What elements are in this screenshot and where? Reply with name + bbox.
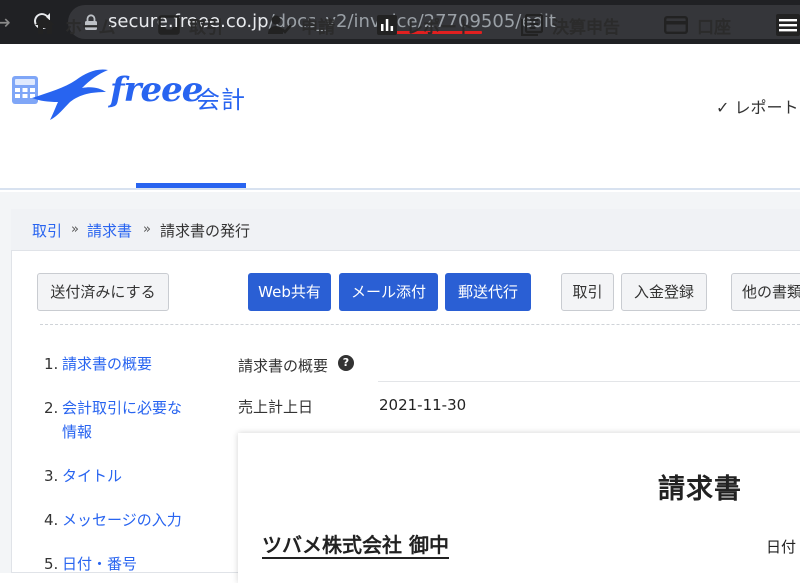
- toc-number: 5.: [44, 555, 59, 573]
- help-icon[interactable]: ?: [338, 355, 354, 371]
- back-arrow-icon[interactable]: →: [0, 10, 11, 34]
- divider: [40, 324, 800, 325]
- invoice-title: 請求書: [658, 474, 742, 505]
- check-icon: ✓: [716, 98, 735, 117]
- swallow-logo-icon[interactable]: [30, 62, 110, 122]
- row-divider: [378, 381, 800, 382]
- toc-link-message[interactable]: メッセージの入力: [62, 508, 182, 532]
- sales-date-value[interactable]: 2021-11-30: [379, 396, 466, 414]
- breadcrumb-current: 請求書の発行: [160, 222, 251, 240]
- web-share-button[interactable]: Web共有: [248, 273, 331, 311]
- mark-sent-button[interactable]: 送付済みにする: [37, 273, 169, 311]
- transaction-button[interactable]: 取引: [561, 273, 614, 311]
- mail-service-button[interactable]: 郵送代行: [445, 273, 531, 311]
- nav-transactions-label: 取引: [189, 17, 223, 38]
- nav-transactions[interactable]: 取引: [158, 11, 223, 39]
- email-attach-button[interactable]: メール添付: [339, 273, 438, 311]
- invoice-preview: [238, 433, 800, 583]
- toc-link-title[interactable]: タイトル: [62, 464, 122, 488]
- breadcrumb-separator: »: [143, 222, 151, 237]
- nav-reports-label: レポート: [406, 17, 474, 38]
- customer-name: ツバメ株式会社 御中: [262, 533, 449, 559]
- report-menu-label: レポート: [734, 98, 799, 117]
- breadcrumb-transactions[interactable]: 取引: [32, 220, 62, 241]
- nav-home[interactable]: ホーム: [34, 11, 116, 39]
- sales-date-label: 売上計上日: [238, 398, 314, 416]
- toc-link-date-number[interactable]: 日付・番号: [62, 552, 137, 576]
- main-navigation: [0, 140, 800, 190]
- credit-card-icon: [664, 16, 688, 34]
- other-documents-button[interactable]: 他の書類: [731, 273, 800, 311]
- toc-number: 2.: [44, 399, 59, 417]
- report-menu-link[interactable]: ✓ レポート: [716, 94, 799, 118]
- nav-home-label: ホーム: [65, 17, 116, 38]
- product-name: 会計: [196, 86, 246, 114]
- nav-active-indicator: [136, 183, 246, 188]
- nav-more[interactable]: [776, 11, 800, 39]
- bar-chart-icon: [377, 15, 397, 35]
- freee-logo-text[interactable]: freee: [110, 70, 203, 110]
- document-list-icon: [521, 14, 543, 36]
- nav-requests-label: 申請: [301, 17, 335, 38]
- toc-link-accounting-info[interactable]: 会計取引に必要な: [62, 396, 182, 420]
- nav-accounts[interactable]: 口座: [664, 11, 731, 39]
- nav-reports[interactable]: レポート: [377, 11, 474, 39]
- nav-tax-filing[interactable]: 決算申告: [521, 11, 620, 39]
- nav-requests[interactable]: 申請: [268, 11, 335, 39]
- toc-link-accounting-info-line2[interactable]: 情報: [62, 420, 92, 444]
- breadcrumb-invoices[interactable]: 請求書: [87, 220, 132, 241]
- breadcrumb-separator: »: [71, 222, 79, 237]
- toc-link-overview[interactable]: 請求書の概要: [62, 352, 152, 376]
- section-title-overview: 請求書の概要: [238, 357, 329, 375]
- nav-accounts-label: 口座: [697, 17, 731, 38]
- toc-number: 1.: [44, 355, 59, 373]
- toc-number: 4.: [44, 511, 59, 529]
- inbox-icon: [158, 15, 180, 35]
- payment-register-button[interactable]: 入金登録: [621, 273, 707, 311]
- nav-tax-filing-label: 決算申告: [552, 17, 620, 38]
- home-icon: [35, 16, 55, 34]
- person-check-icon: [268, 15, 292, 34]
- ledger-icon: [776, 14, 800, 36]
- toc-number: 3.: [44, 467, 59, 485]
- date-label: 日付: [766, 538, 797, 556]
